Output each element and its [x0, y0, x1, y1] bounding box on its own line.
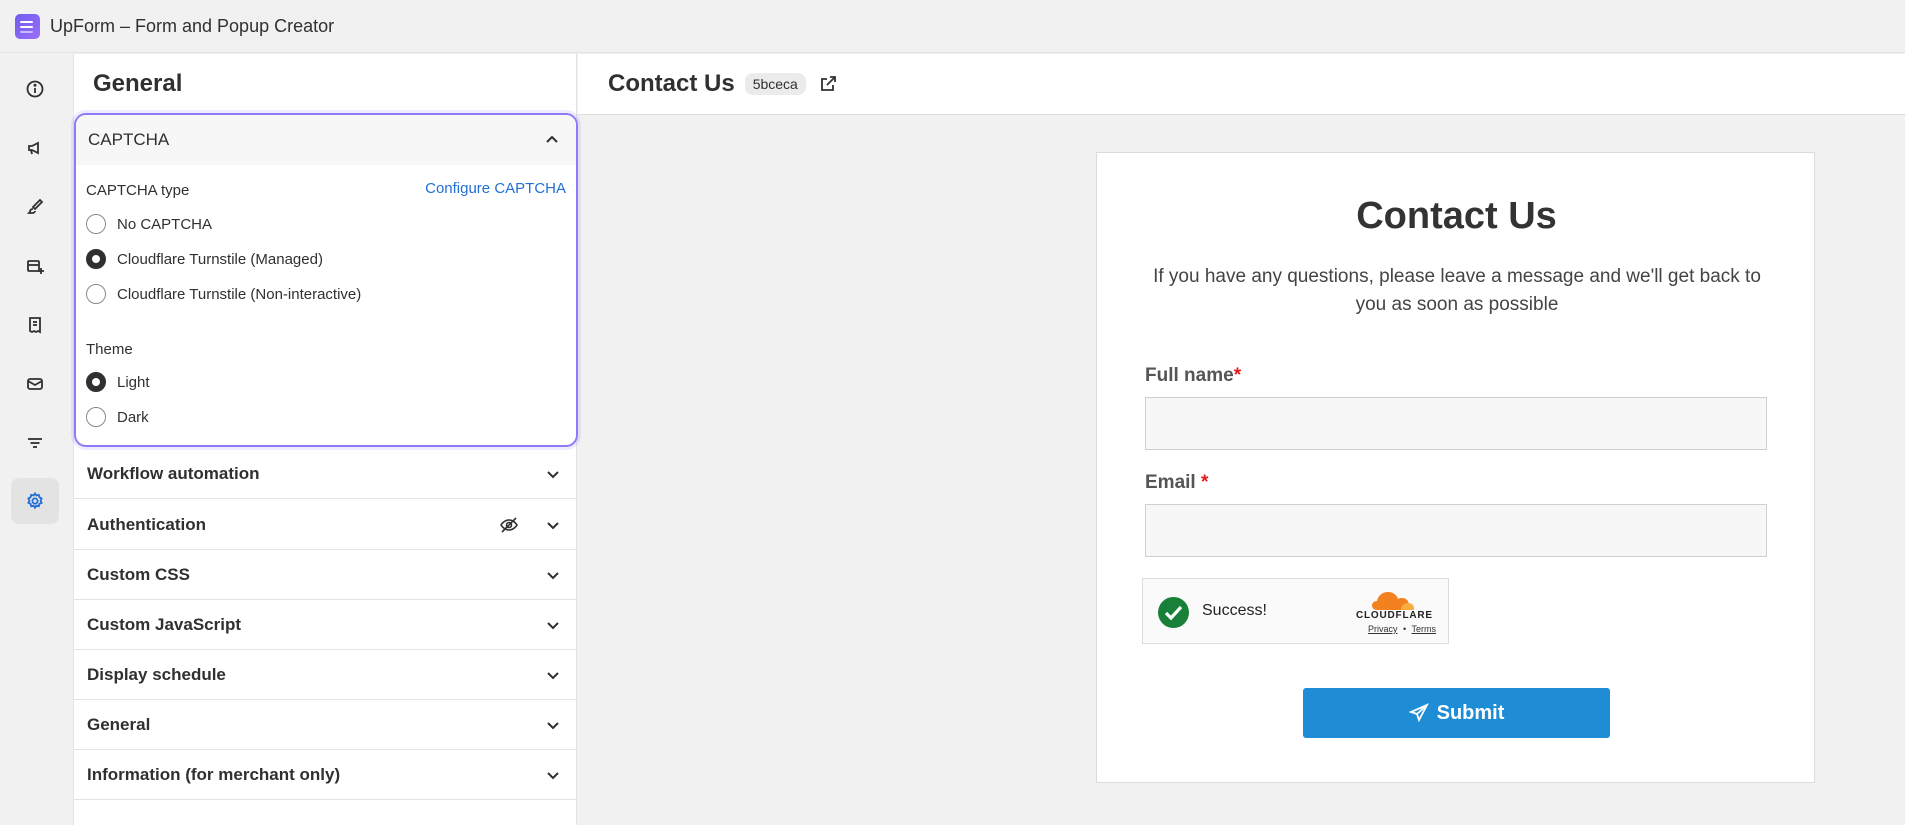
section-information[interactable]: Information (for merchant only): [74, 750, 577, 800]
radio-no-captcha[interactable]: No CAPTCHA: [86, 214, 212, 234]
page-title: Contact Us: [608, 70, 735, 97]
radio-circle[interactable]: [86, 407, 106, 427]
app-logo-icon: [15, 13, 40, 39]
brush-icon[interactable]: [11, 184, 59, 230]
submit-label: Submit: [1436, 701, 1505, 724]
configure-captcha-link[interactable]: Configure CAPTCHA: [425, 180, 566, 197]
radio-label: Cloudflare Turnstile (Managed): [117, 250, 323, 268]
terms-link[interactable]: Terms: [1412, 624, 1437, 634]
chevron-down-icon: [547, 470, 559, 478]
radio-label: No CAPTCHA: [117, 215, 213, 233]
chevron-up-icon: [546, 135, 558, 143]
captcha-type-label: CAPTCHA type: [86, 182, 190, 199]
cloudflare-turnstile-widget[interactable]: Success! CLOUDFLARE Privacy • Terms: [1142, 578, 1449, 644]
section-general[interactable]: General: [74, 700, 577, 750]
panel-title: General: [93, 70, 183, 97]
radio-label: Light: [117, 373, 150, 391]
form-title: Contact Us: [1356, 195, 1557, 237]
radio-circle-selected[interactable]: [86, 249, 106, 269]
form-description: If you have any questions, please leave …: [1153, 266, 1761, 315]
chevron-down-icon: [547, 621, 559, 629]
submit-button[interactable]: Submit: [1303, 688, 1610, 738]
top-bar: UpForm – Form and Popup Creator: [0, 0, 1905, 53]
section-label: Custom CSS: [87, 564, 190, 584]
radio-circle-selected[interactable]: [86, 372, 106, 392]
captcha-section: CAPTCHA CAPTCHA type Configure CAPTCHA N…: [74, 113, 578, 447]
cloudflare-cloud-icon: [1372, 592, 1414, 610]
form-id-badge: 5bceca: [744, 73, 806, 95]
section-label: Information (for merchant only): [87, 764, 341, 784]
field-label-text: Email: [1145, 472, 1201, 493]
required-mark: *: [1200, 472, 1209, 493]
link-separator: •: [1403, 624, 1407, 634]
section-custom-css[interactable]: Custom CSS: [74, 550, 577, 600]
info-icon[interactable]: [11, 66, 59, 112]
external-link-icon[interactable]: [819, 75, 837, 93]
radio-turnstile-managed[interactable]: Cloudflare Turnstile (Managed): [86, 249, 323, 269]
form-preview: Contact Us If you have any questions, pl…: [1096, 152, 1815, 783]
section-label: Workflow automation: [87, 463, 260, 483]
chevron-down-icon: [547, 721, 559, 729]
radio-label: Dark: [117, 408, 149, 426]
main-header: Contact Us 5bceca: [578, 54, 1905, 115]
filter-icon[interactable]: [11, 420, 59, 466]
add-block-icon[interactable]: [11, 243, 59, 289]
email-label: Email *: [1145, 472, 1208, 494]
chevron-down-icon: [547, 571, 559, 579]
section-label: Authentication: [87, 514, 206, 534]
settings-panel: General CAPTCHA CAPTCHA type Configure C…: [74, 54, 578, 825]
radio-theme-dark[interactable]: Dark: [86, 407, 149, 427]
cloudflare-brand: CLOUDFLARE: [1356, 610, 1433, 621]
icon-rail: [0, 54, 74, 825]
full-name-label: Full name*: [1145, 365, 1241, 387]
success-check-icon: [1158, 597, 1189, 628]
turnstile-links: Privacy • Terms: [1368, 624, 1436, 634]
captcha-section-header[interactable]: CAPTCHA: [76, 115, 576, 165]
theme-label: Theme: [86, 341, 133, 358]
eye-off-icon: [500, 516, 518, 533]
chevron-down-icon: [547, 521, 559, 529]
paper-plane-icon: [1408, 703, 1429, 723]
settings-gear-icon[interactable]: [11, 478, 59, 524]
radio-turnstile-noninteractive[interactable]: Cloudflare Turnstile (Non-interactive): [86, 284, 361, 304]
section-label: Custom JavaScript: [87, 614, 241, 634]
section-custom-javascript[interactable]: Custom JavaScript: [74, 600, 577, 650]
section-label: General: [87, 714, 151, 734]
privacy-link[interactable]: Privacy: [1368, 624, 1398, 634]
radio-label: Cloudflare Turnstile (Non-interactive): [117, 285, 362, 303]
section-display-schedule[interactable]: Display schedule: [74, 650, 577, 700]
chevron-down-icon: [547, 671, 559, 679]
email-input[interactable]: [1145, 504, 1767, 557]
radio-circle[interactable]: [86, 214, 106, 234]
chevron-down-icon: [547, 771, 559, 779]
megaphone-icon[interactable]: [11, 125, 59, 171]
app-title: UpForm – Form and Popup Creator: [50, 15, 335, 36]
field-label-text: Full name: [1145, 365, 1234, 386]
full-name-input[interactable]: [1145, 397, 1767, 450]
turnstile-status: Success!: [1202, 602, 1267, 619]
email-icon[interactable]: [11, 361, 59, 407]
receipt-icon[interactable]: [11, 302, 59, 348]
radio-theme-light[interactable]: Light: [86, 372, 150, 392]
radio-circle[interactable]: [86, 284, 106, 304]
captcha-section-title: CAPTCHA: [88, 130, 170, 149]
section-label: Display schedule: [87, 664, 226, 684]
required-mark: *: [1233, 365, 1242, 386]
section-authentication[interactable]: Authentication: [74, 500, 577, 550]
section-workflow-automation[interactable]: Workflow automation: [74, 449, 577, 499]
